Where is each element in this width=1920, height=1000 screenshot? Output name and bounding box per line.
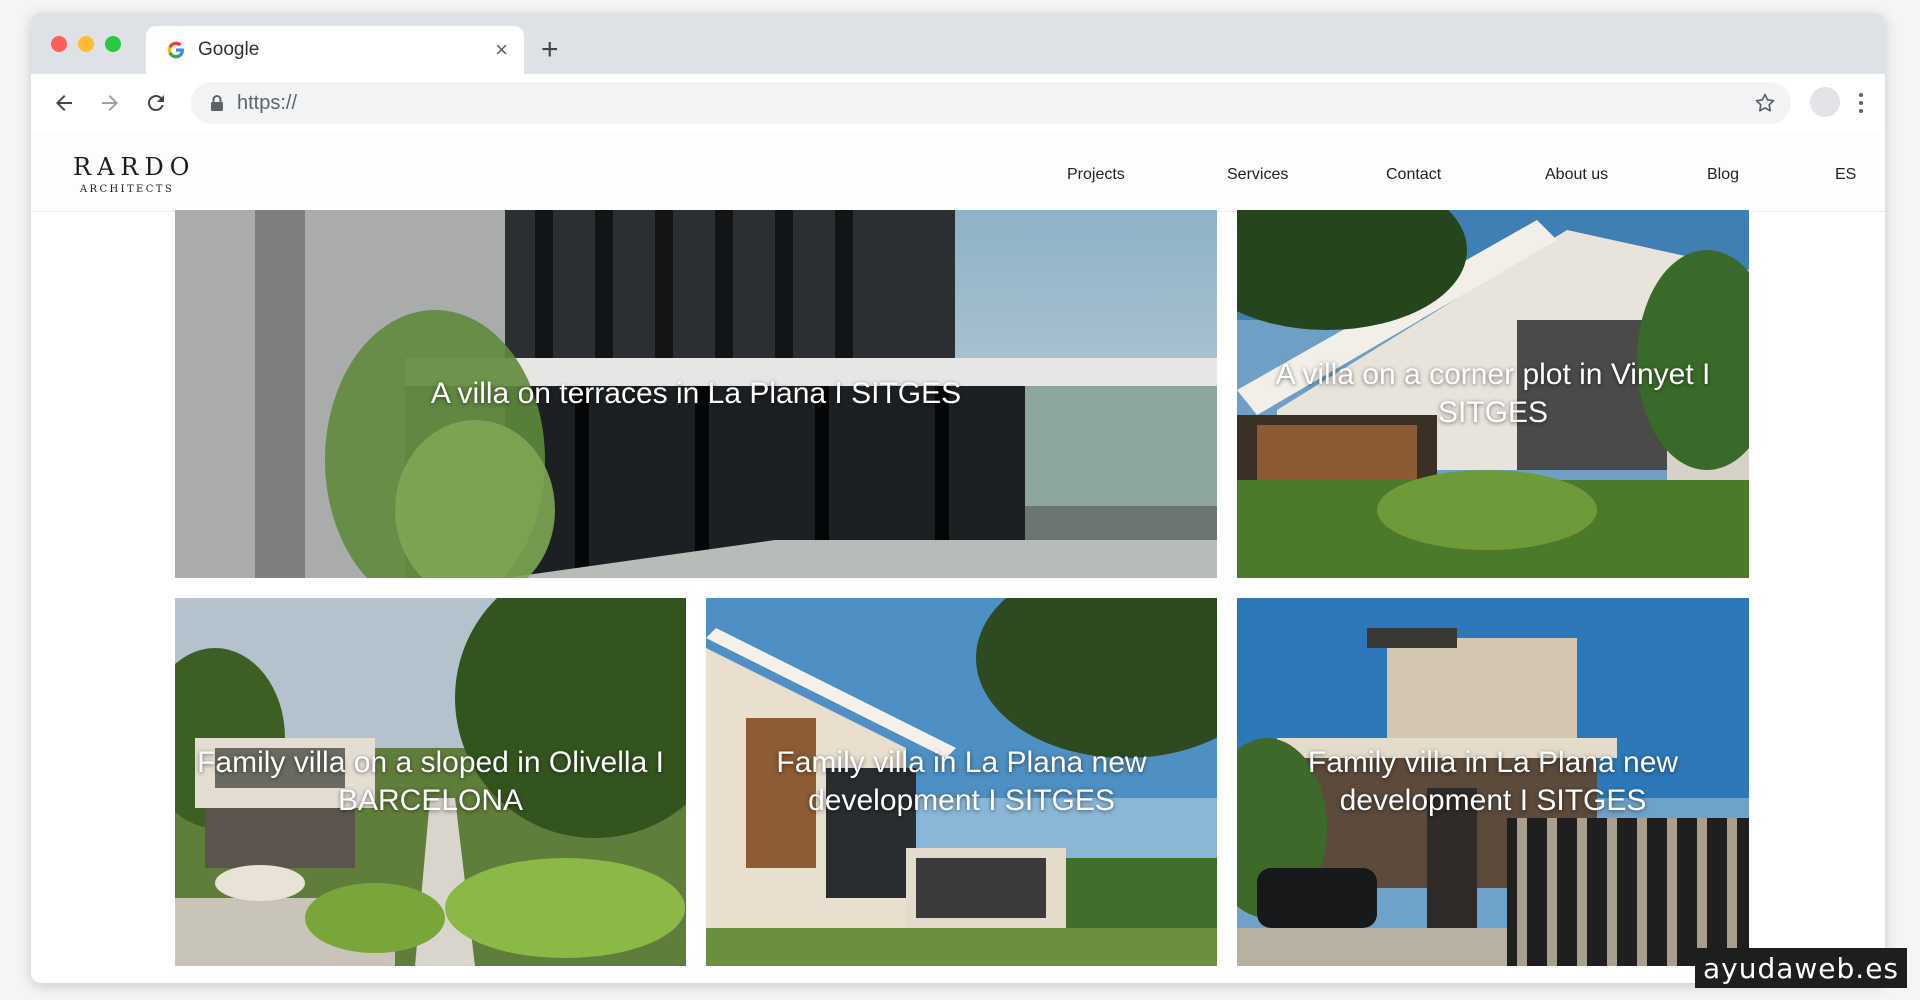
nav-contact[interactable]: Contact [1386, 166, 1441, 184]
logo-tagline: ARCHITECTS [79, 184, 175, 195]
maximize-window-button[interactable] [105, 36, 121, 52]
nav-projects[interactable]: Projects [1067, 166, 1125, 184]
project-card[interactable]: Family villa in La Plana new development… [1237, 598, 1749, 966]
watermark: ayudaweb.es [1695, 948, 1907, 988]
forward-arrow-icon [102, 95, 118, 111]
browser-window: Google × + https:// RARDO ARCHITECTS Pro… [31, 13, 1885, 983]
back-arrow-icon [56, 95, 72, 111]
star-icon[interactable] [1753, 91, 1777, 115]
minimize-window-button[interactable] [78, 36, 94, 52]
close-window-button[interactable] [51, 36, 67, 52]
forward-button[interactable] [95, 88, 125, 118]
nav-language[interactable]: ES [1835, 166, 1856, 184]
nav-about-us[interactable]: About us [1545, 166, 1608, 184]
site-header: RARDO ARCHITECTS Projects Services Conta… [31, 132, 1885, 212]
back-button[interactable] [49, 88, 79, 118]
project-title: A villa on a corner plot in Vinyet I SIT… [1275, 358, 1711, 429]
project-card[interactable]: Family villa on a sloped in Olivella I B… [175, 598, 686, 966]
url-text[interactable]: https:// [237, 92, 297, 115]
project-card[interactable]: A villa on terraces in La Plana I SITGES [175, 210, 1217, 578]
site-logo[interactable]: RARDO ARCHITECTS [67, 153, 196, 195]
logo-wordmark: RARDO [73, 153, 196, 181]
project-title: Family villa in La Plana new development… [1307, 746, 1679, 817]
tab-bar: Google × + [31, 13, 1885, 74]
reload-icon [147, 95, 164, 112]
close-icon[interactable]: × [495, 38, 508, 62]
profile-avatar[interactable] [1810, 87, 1840, 117]
address-bar[interactable]: https:// [191, 82, 1791, 124]
browser-tab[interactable]: Google × [146, 26, 524, 74]
project-card[interactable]: Family villa in La Plana new development… [706, 598, 1217, 966]
project-title: Family villa on a sloped in Olivella I B… [197, 746, 664, 817]
menu-dots-icon[interactable] [1851, 88, 1871, 118]
nav-blog[interactable]: Blog [1707, 166, 1739, 184]
reload-button[interactable] [141, 88, 171, 118]
project-title: A villa on terraces in La Plana I SITGES [430, 377, 962, 410]
project-card[interactable]: A villa on a corner plot in Vinyet I SIT… [1237, 210, 1749, 578]
project-title: Family villa in La Plana new development… [776, 746, 1147, 817]
nav-services[interactable]: Services [1227, 166, 1288, 184]
lock-icon [211, 95, 223, 111]
tab-title: Google [198, 39, 260, 60]
plus-icon[interactable]: + [541, 35, 559, 65]
google-g-icon [167, 41, 184, 59]
browser-toolbar: https:// [31, 74, 1885, 132]
